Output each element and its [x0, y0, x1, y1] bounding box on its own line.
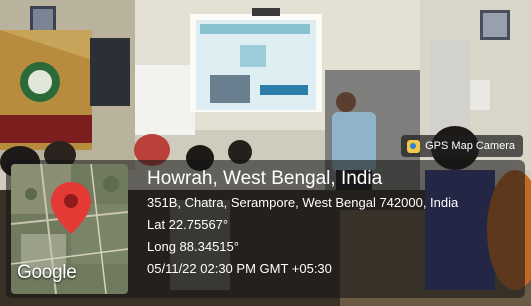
location-latitude: Lat 22.75567°: [147, 217, 229, 232]
location-longitude: Long 88.34515°: [147, 239, 239, 254]
location-datetime: 05/11/22 02:30 PM GMT +05:30: [147, 261, 332, 276]
google-logo: Google: [17, 262, 77, 283]
gps-map-camera-tag: GPS Map Camera: [401, 135, 523, 157]
mini-map: Google: [11, 164, 128, 294]
location-city: Howrah, West Bengal, India: [147, 168, 383, 189]
location-info: Howrah, West Bengal, India 351B, Chatra,…: [147, 168, 458, 280]
app-name-label: GPS Map Camera: [425, 140, 515, 152]
map-camera-icon: [407, 139, 421, 153]
geotagged-photo: GPS Map Camera Google Howrah, West Benga…: [0, 0, 531, 306]
location-address: 351B, Chatra, Serampore, West Bengal 742…: [147, 195, 459, 210]
